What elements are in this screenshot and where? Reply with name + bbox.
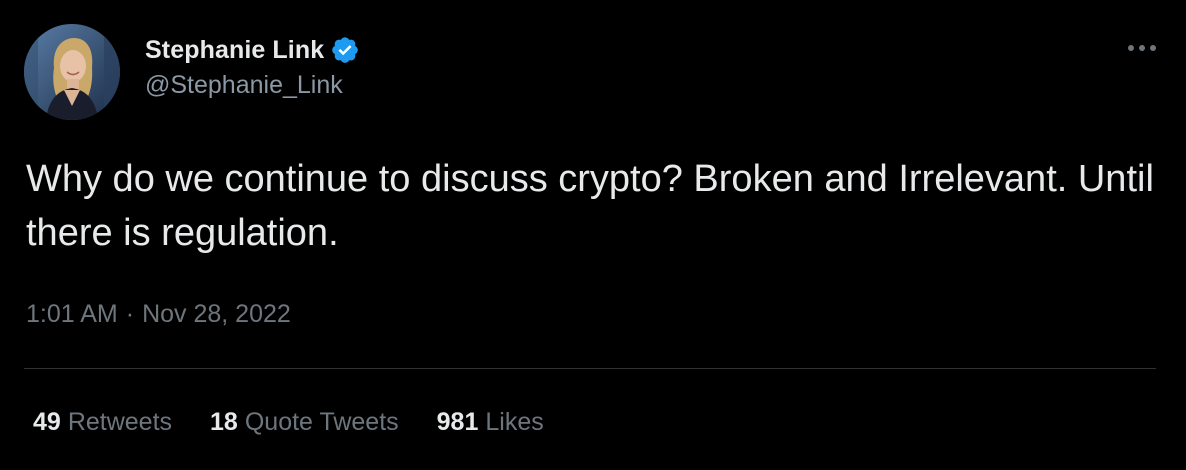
likes-label: Likes — [485, 408, 544, 436]
tweet-card: Stephanie Link @Stephanie_Link Why do we… — [0, 0, 1186, 470]
quote-tweets-stat[interactable]: 18 Quote Tweets — [210, 408, 399, 437]
tweet-timestamp: 1:01 AM · Nov 28, 2022 — [26, 300, 291, 329]
display-name-row: Stephanie Link — [145, 33, 360, 67]
meta-separator: · — [125, 300, 135, 328]
more-options-icon — [1128, 45, 1156, 51]
retweets-stat[interactable]: 49 Retweets — [33, 408, 172, 437]
likes-stat[interactable]: 981 Likes — [437, 408, 544, 437]
quote-tweets-count: 18 — [210, 408, 238, 436]
engagement-stats: 49 Retweets 18 Quote Tweets 981 Likes — [33, 408, 582, 437]
handle[interactable]: @Stephanie_Link — [145, 71, 360, 100]
tweet-text: Why do we continue to discuss crypto? Br… — [26, 158, 1154, 254]
likes-count: 981 — [436, 408, 479, 436]
verified-badge-icon[interactable] — [330, 35, 360, 65]
retweets-count: 49 — [33, 408, 61, 436]
quote-tweets-label: Quote Tweets — [244, 408, 399, 436]
more-options-button[interactable] — [1122, 36, 1162, 60]
divider — [24, 368, 1156, 369]
retweets-label: Retweets — [67, 408, 173, 436]
tweet-date[interactable]: Nov 28, 2022 — [142, 300, 291, 329]
author-info: Stephanie Link @Stephanie_Link — [145, 33, 360, 100]
avatar[interactable] — [24, 24, 120, 120]
avatar-image — [24, 24, 120, 120]
display-name[interactable]: Stephanie Link — [145, 36, 324, 65]
tweet-time[interactable]: 1:01 AM — [26, 300, 118, 329]
